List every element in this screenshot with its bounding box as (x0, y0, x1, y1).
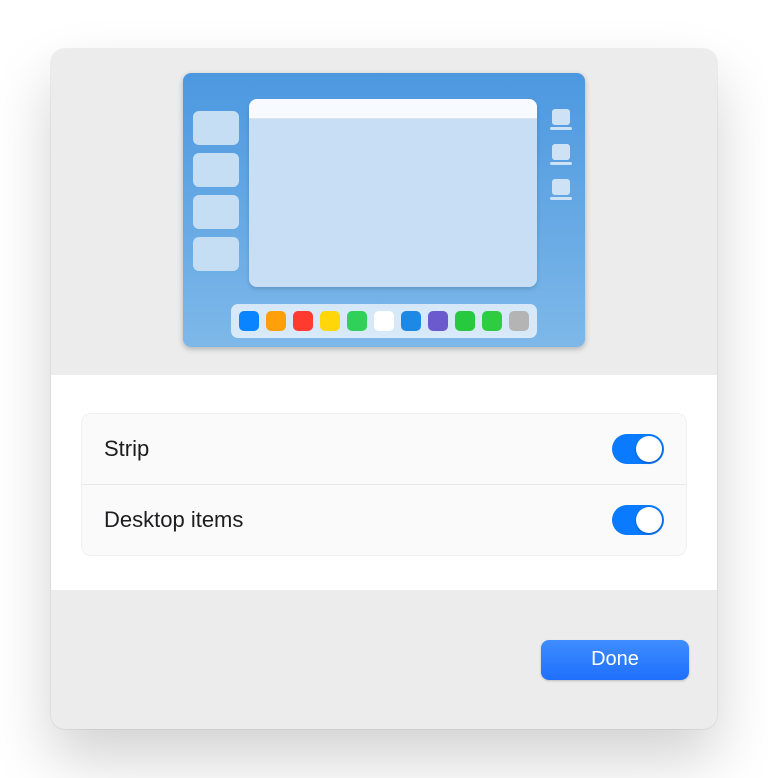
space-thumbnail (193, 237, 239, 271)
desktop-item-icon (550, 144, 572, 165)
dock-icon (239, 311, 259, 331)
space-thumbnail (193, 153, 239, 187)
desktop-item-icon (550, 179, 572, 200)
dock-preview (231, 304, 537, 338)
option-row-desktop-items: Desktop items (82, 484, 686, 555)
dock-icon (401, 311, 421, 331)
option-label: Strip (104, 436, 149, 462)
toggle-strip[interactable] (612, 434, 664, 464)
window-titlebar-preview (249, 99, 537, 119)
settings-sheet: Strip Desktop items Done (51, 49, 717, 729)
dock-icon (482, 311, 502, 331)
done-button[interactable]: Done (541, 640, 689, 680)
foreground-window-preview (249, 99, 537, 287)
toggle-desktop-items[interactable] (612, 505, 664, 535)
option-row-strip: Strip (82, 414, 686, 484)
option-label: Desktop items (104, 507, 243, 533)
dock-icon (374, 311, 394, 331)
sidebar-strip-preview (193, 83, 239, 295)
options-panel: Strip Desktop items (51, 375, 717, 590)
space-thumbnail (193, 111, 239, 145)
dock-icon (509, 311, 529, 331)
dialog-footer: Done (51, 590, 717, 729)
mission-control-preview (183, 73, 585, 347)
preview-area (51, 49, 717, 371)
dock-icon (266, 311, 286, 331)
desktop-items-preview (547, 83, 575, 295)
dock-icon (428, 311, 448, 331)
dock-icon (347, 311, 367, 331)
dock-icon (293, 311, 313, 331)
dock-icon (320, 311, 340, 331)
space-thumbnail (193, 195, 239, 229)
options-list: Strip Desktop items (81, 413, 687, 556)
desktop-item-icon (550, 109, 572, 130)
dock-icon (455, 311, 475, 331)
